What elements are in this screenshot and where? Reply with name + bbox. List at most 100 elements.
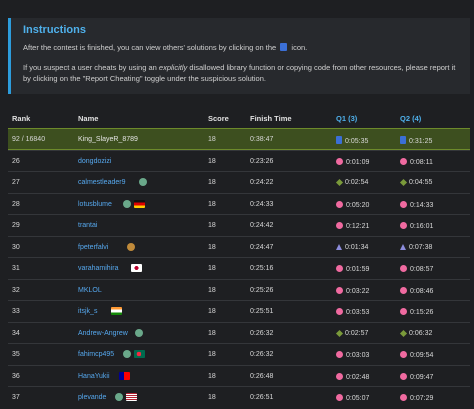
rating-badge-icon — [139, 178, 148, 186]
q2-cell[interactable]: 0:08:57 — [400, 265, 433, 273]
q1-cell[interactable]: 0:03:22 — [336, 286, 369, 295]
q1-status-icon[interactable] — [336, 372, 343, 380]
user-name-link[interactable]: HanaYukii — [78, 373, 110, 380]
q1-status-icon[interactable] — [336, 243, 342, 250]
q1-status-icon[interactable] — [336, 265, 343, 272]
q1-cell[interactable]: 0:12:21 — [336, 222, 369, 230]
finish-time-cell: 0:26:32 — [250, 351, 274, 358]
score-cell: 18 — [208, 243, 216, 251]
country-flag-icon — [125, 393, 137, 401]
q1-cell[interactable]: 0:01:59 — [336, 265, 369, 273]
table-row: 33 itsjk_s 18 0:25:51 0:03:53 0:15:26 — [8, 300, 470, 322]
instructions-paragraph-1: After the contest is finished, you can v… — [23, 43, 463, 52]
score-cell: 18 — [208, 136, 216, 143]
user-name-link[interactable]: lotusblume — [78, 201, 112, 208]
q2-cell[interactable]: 0:08:46 — [400, 286, 433, 295]
q1-status-icon[interactable] — [335, 329, 344, 337]
q2-cell[interactable]: 0:06:32 — [399, 329, 432, 337]
rank-cell: 92 / 16840 — [12, 136, 46, 143]
q1-status-icon[interactable] — [336, 308, 343, 315]
q1-status-icon[interactable] — [336, 136, 342, 144]
rank-cell: 27 — [12, 179, 20, 186]
table-row: 36 HanaYukii 18 0:26:48 0:02:48 0:09:47 — [8, 364, 470, 387]
finish-time-cell: 0:25:26 — [250, 286, 274, 294]
q1-cell[interactable]: 0:03:53 — [336, 308, 369, 316]
q1-time: 0:01:09 — [346, 158, 370, 166]
q2-cell[interactable]: 0:15:26 — [400, 308, 433, 316]
contest-ranking-page: Instructions After the contest is finish… — [0, 0, 474, 409]
user-name-link[interactable]: Andrew-Angrew — [78, 330, 128, 337]
q2-status-icon[interactable] — [400, 286, 407, 294]
q2-cell[interactable]: 0:14:33 — [400, 200, 433, 209]
score-cell: 18 — [208, 157, 216, 165]
q1-cell[interactable]: 0:01:09 — [336, 157, 370, 166]
q2-status-icon[interactable] — [400, 394, 407, 401]
q1-cell[interactable]: 0:02:54 — [335, 178, 369, 187]
finish-time-cell: 0:24:33 — [250, 200, 274, 208]
finish-time-cell: 0:38:47 — [250, 136, 274, 143]
user-name-link[interactable]: dongdozizi — [78, 158, 111, 165]
rating-badge-icon — [114, 393, 123, 401]
q2-cell[interactable]: 0:07:29 — [400, 394, 433, 402]
table-row: 30 fpeterfalvi 18 0:24:47 0:01:34 0:07:38 — [8, 235, 470, 258]
q1-status-icon[interactable] — [336, 200, 343, 208]
q2-status-icon[interactable] — [400, 157, 407, 165]
header-q1-link[interactable]: Q1 (3) — [336, 114, 357, 123]
q2-cell[interactable]: 0:08:11 — [400, 157, 433, 166]
user-name-link[interactable]: King_SlayeR_8789 — [78, 136, 138, 143]
q2-cell[interactable]: 0:09:54 — [400, 351, 433, 359]
q2-status-icon[interactable] — [400, 372, 407, 380]
q2-status-icon[interactable] — [400, 265, 407, 272]
q1-status-icon[interactable] — [336, 222, 343, 229]
score-cell: 18 — [208, 179, 216, 186]
header-q2-link[interactable]: Q2 (4) — [400, 114, 421, 123]
q1-status-icon[interactable] — [336, 286, 343, 294]
user-name-link[interactable]: calmestleader9 — [78, 179, 125, 186]
user-name-link[interactable]: fpeterfalvi — [78, 244, 108, 251]
q2-cell[interactable]: 0:09:47 — [400, 372, 433, 381]
q1-status-icon[interactable] — [335, 178, 344, 187]
q2-status-icon[interactable] — [400, 351, 407, 358]
rank-cell: 33 — [12, 308, 20, 315]
score-cell: 18 — [208, 200, 216, 208]
q1-time: 0:03:03 — [346, 352, 370, 359]
header-name: Name — [78, 114, 99, 123]
rank-cell: 34 — [12, 329, 20, 337]
q1-cell[interactable]: 0:05:07 — [336, 394, 369, 402]
instructions-p1-tail: icon. — [291, 43, 308, 52]
q2-status-icon[interactable] — [400, 200, 407, 208]
q1-cell[interactable]: 0:01:34 — [336, 243, 368, 251]
q1-time: 0:02:54 — [345, 179, 369, 186]
user-name-link[interactable]: itsjk_s — [78, 308, 97, 315]
q1-time: 0:05:20 — [346, 201, 370, 209]
q2-status-icon[interactable] — [400, 136, 406, 144]
q2-cell[interactable]: 0:31:25 — [400, 136, 432, 145]
user-name-link[interactable]: plevande — [78, 394, 106, 401]
q1-cell[interactable]: 0:02:48 — [336, 372, 369, 381]
q2-status-icon[interactable] — [399, 329, 408, 337]
q1-status-icon[interactable] — [336, 394, 343, 401]
q2-status-icon[interactable] — [400, 308, 407, 315]
q2-cell[interactable]: 0:04:55 — [399, 178, 432, 187]
q1-cell[interactable]: 0:05:35 — [336, 136, 368, 145]
country-flag-icon — [131, 264, 143, 272]
q2-status-icon[interactable] — [399, 178, 408, 187]
q2-status-icon[interactable] — [400, 222, 407, 229]
q1-status-icon[interactable] — [336, 157, 343, 165]
q2-time: 0:08:57 — [410, 266, 434, 273]
user-name-link[interactable]: varahamihira — [78, 265, 118, 272]
q2-cell[interactable]: 0:07:38 — [400, 243, 432, 251]
instructions-p2-emphasis: explicitly — [158, 63, 188, 72]
rank-cell: 36 — [12, 372, 20, 380]
user-name-link[interactable]: fahimcp495 — [78, 351, 114, 358]
user-name-link[interactable]: trantai — [78, 222, 97, 229]
q1-status-icon[interactable] — [336, 351, 343, 358]
q2-cell[interactable]: 0:16:01 — [400, 222, 433, 230]
q2-status-icon[interactable] — [400, 243, 406, 250]
instructions-p1-text: After the contest is finished, you can v… — [23, 43, 277, 52]
q1-cell[interactable]: 0:03:03 — [336, 351, 369, 359]
q1-cell[interactable]: 0:02:57 — [335, 329, 368, 337]
user-name-link[interactable]: MKLOL — [78, 287, 102, 294]
rank-cell: 32 — [12, 286, 20, 294]
q1-cell[interactable]: 0:05:20 — [336, 200, 370, 209]
